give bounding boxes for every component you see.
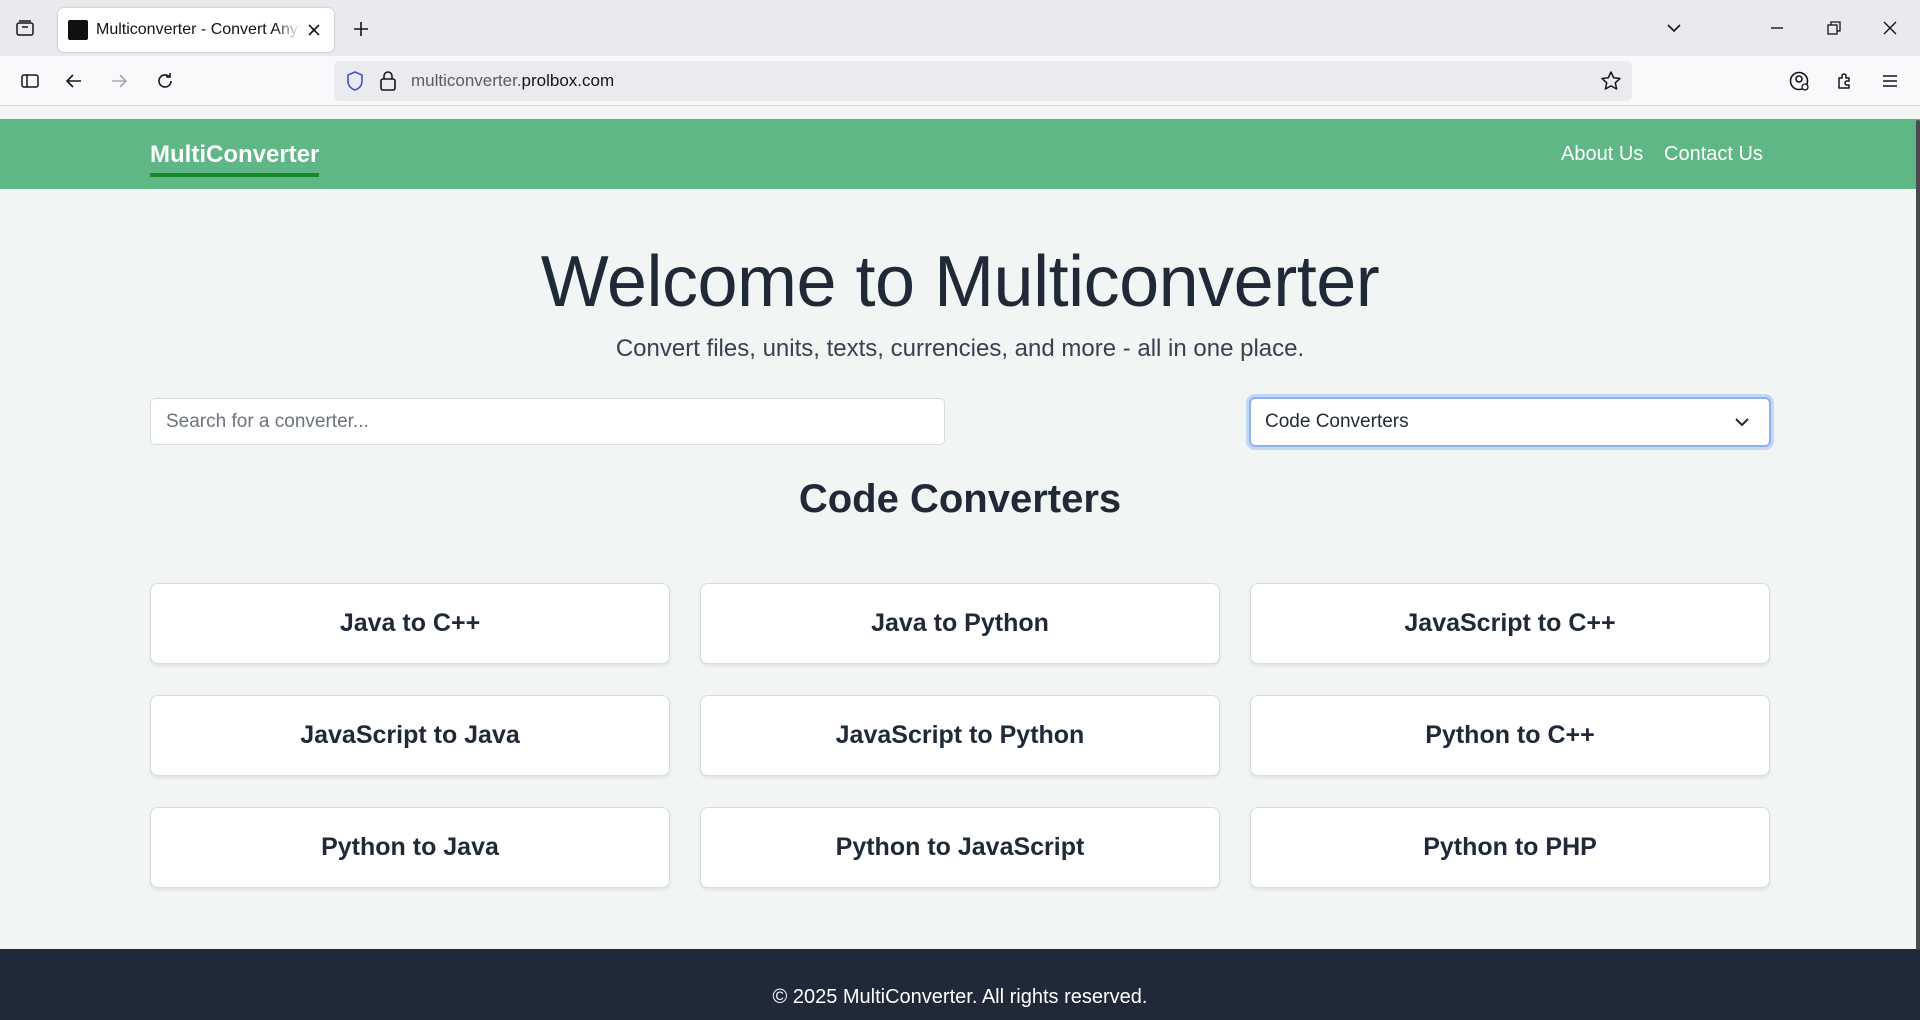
forward-icon[interactable]: [101, 63, 137, 99]
back-icon[interactable]: [56, 63, 92, 99]
converter-card-python-to-php[interactable]: Python to PHP: [1250, 807, 1770, 888]
hero-subtitle: Convert files, units, texts, currencies,…: [615, 335, 1305, 362]
tab-list-icon[interactable]: [10, 14, 40, 42]
menu-hamburger-icon[interactable]: [1872, 63, 1908, 99]
sidebar-toggle-icon[interactable]: [12, 63, 48, 99]
converter-card-javascript-to-cpp[interactable]: JavaScript to C++: [1250, 583, 1770, 664]
account-icon[interactable]: [1781, 63, 1817, 99]
address-bar[interactable]: multiconverter.prolbox.com: [334, 61, 1632, 101]
converter-card-java-to-python[interactable]: Java to Python: [700, 583, 1220, 664]
converter-card-python-to-cpp[interactable]: Python to C++: [1250, 695, 1770, 776]
tab-title: Multiconverter - Convert Anything: [96, 21, 300, 38]
new-tab-icon[interactable]: [346, 14, 376, 44]
hero-title: Welcome to Multiconverter: [540, 242, 1380, 322]
converter-card-javascript-to-java[interactable]: JavaScript to Java: [150, 695, 670, 776]
section-title: Code Converters: [798, 477, 1122, 521]
converter-card-python-to-javascript[interactable]: Python to JavaScript: [700, 807, 1220, 888]
extensions-icon[interactable]: [1827, 63, 1863, 99]
reload-icon[interactable]: [147, 63, 183, 99]
footer-copyright: © 2025 MultiConverter. All rights reserv…: [772, 986, 1148, 1008]
browser-tab[interactable]: Multiconverter - Convert Anything: [58, 8, 334, 52]
chevron-down-icon: [1733, 413, 1751, 437]
category-select[interactable]: Code Converters: [1249, 397, 1771, 447]
site-favicon-icon: [68, 20, 88, 40]
converter-card-javascript-to-python[interactable]: JavaScript to Python: [700, 695, 1220, 776]
browser-toolbar: multiconverter.prolbox.com: [0, 56, 1920, 106]
bookmark-star-icon[interactable]: [1600, 70, 1622, 97]
converter-grid: Java to C++ Java to Python JavaScript to…: [150, 583, 1770, 888]
converter-card-python-to-java[interactable]: Python to Java: [150, 807, 670, 888]
tracking-protection-shield-icon[interactable]: [344, 70, 366, 97]
close-tab-icon[interactable]: [304, 20, 324, 40]
minimize-icon[interactable]: [1759, 10, 1795, 46]
tab-overflow-chevron-icon[interactable]: [1656, 10, 1692, 46]
site-footer: © 2025 MultiConverter. All rights reserv…: [0, 949, 1920, 1020]
lock-icon[interactable]: [378, 70, 398, 97]
page-viewport: MultiConverter About Us Contact Us Welco…: [0, 119, 1920, 1020]
nav-about-us[interactable]: About Us: [1561, 143, 1643, 166]
site-header: MultiConverter About Us Contact Us: [0, 119, 1920, 189]
page-scrollbar[interactable]: [1916, 120, 1920, 950]
brand-logo-link[interactable]: MultiConverter: [150, 141, 320, 177]
category-select-value: Code Converters: [1265, 411, 1409, 432]
browser-tab-bar: Multiconverter - Convert Anything: [0, 0, 1920, 56]
url-text: multiconverter.prolbox.com: [411, 71, 615, 90]
close-window-icon[interactable]: [1872, 10, 1908, 46]
restore-icon[interactable]: [1816, 10, 1852, 46]
converter-search-input[interactable]: [150, 398, 945, 445]
nav-contact-us[interactable]: Contact Us: [1664, 143, 1763, 166]
converter-card-java-to-cpp[interactable]: Java to C++: [150, 583, 670, 664]
